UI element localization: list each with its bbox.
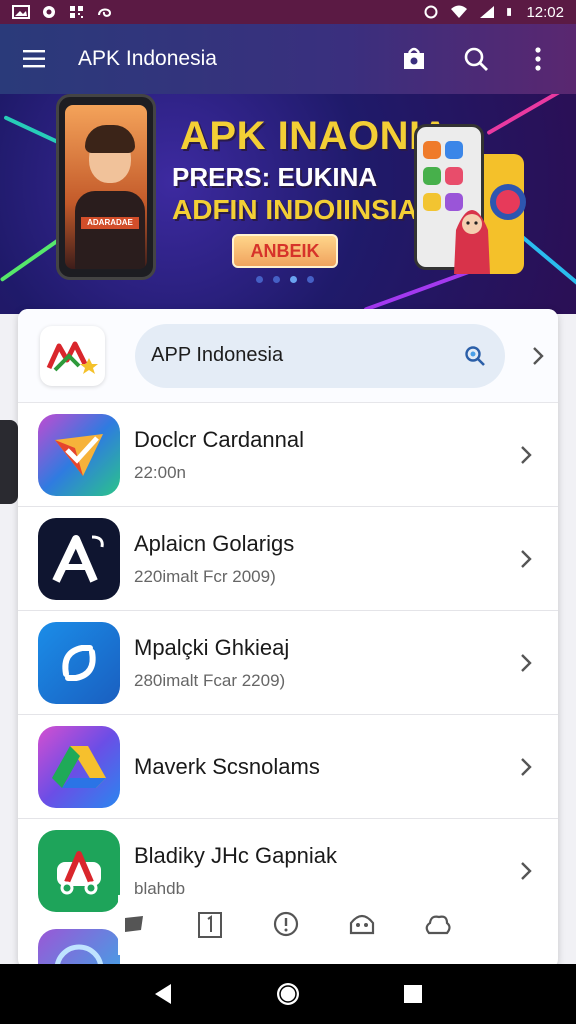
chevron-right-icon bbox=[521, 550, 532, 568]
app-name: Mpalçki Ghkieaj bbox=[134, 634, 290, 660]
app-name: Aplaicn Golarigs bbox=[134, 530, 295, 556]
banner-tagline: ADFIN INDOIINSIA bbox=[172, 194, 418, 225]
carousel-dot-active[interactable] bbox=[290, 276, 297, 283]
carousel-indicator[interactable] bbox=[256, 276, 314, 283]
search-icon bbox=[464, 47, 488, 71]
home-button[interactable] bbox=[264, 970, 312, 1018]
recents-button[interactable] bbox=[389, 970, 437, 1018]
apk-indonesia-logo[interactable] bbox=[40, 325, 106, 386]
search-row-chevron[interactable] bbox=[519, 336, 558, 376]
promo-banner[interactable]: ADARADAE APK INAONIA PRERS: EUKINA ADFIN… bbox=[0, 94, 576, 314]
hamburger-icon bbox=[23, 50, 45, 68]
list-item[interactable]: Aplaicn Golarigs 220imalt Fcr 2009) bbox=[18, 507, 558, 611]
app-name: Maverk Scsnolams bbox=[134, 753, 320, 779]
logo-mountain-icon bbox=[46, 341, 98, 374]
floating-toolbar bbox=[118, 895, 558, 955]
alert-button[interactable] bbox=[270, 909, 302, 941]
sync-arrows-icon bbox=[38, 621, 120, 704]
swirl-notification-icon bbox=[98, 8, 112, 17]
item-chevron[interactable] bbox=[506, 539, 546, 579]
chevron-right-icon bbox=[521, 446, 532, 464]
banner-subline: PRERS: EUKINA bbox=[172, 162, 378, 192]
menu-button[interactable] bbox=[0, 24, 70, 94]
bot-face-icon bbox=[349, 914, 375, 935]
search-row bbox=[18, 309, 558, 403]
store-button[interactable] bbox=[386, 31, 442, 87]
background-peek bbox=[0, 420, 18, 504]
chat-notification-icon bbox=[43, 6, 55, 18]
note-icon bbox=[125, 916, 143, 932]
list-item[interactable]: Mpalçki Ghkieaj 280imalt Fcar 2209) bbox=[18, 611, 558, 715]
chevron-right-icon bbox=[521, 654, 532, 672]
search-input[interactable] bbox=[151, 344, 455, 367]
app-list-card: Doclcr Cardannal 22:00n Aplaicn Golarigs… bbox=[18, 309, 558, 969]
cloud-button[interactable] bbox=[422, 909, 454, 941]
alarm-icon bbox=[424, 5, 438, 19]
bot-button[interactable] bbox=[346, 909, 378, 941]
cloud-puzzle-icon bbox=[425, 915, 451, 935]
search-submit-button[interactable] bbox=[455, 336, 495, 376]
alert-circle-icon bbox=[273, 911, 299, 937]
item-chevron[interactable] bbox=[506, 747, 546, 787]
shirt-text: ADARADAE bbox=[81, 217, 139, 229]
system-nav-bar bbox=[0, 964, 576, 1024]
app-meta: 220imalt Fcr 2009) bbox=[134, 566, 276, 586]
envelope-check-icon bbox=[38, 413, 120, 496]
battery-icon bbox=[507, 8, 512, 16]
list-item[interactable]: Doclcr Cardannal 22:00n bbox=[18, 403, 558, 507]
chevron-right-icon bbox=[533, 346, 544, 365]
search-button[interactable] bbox=[448, 31, 504, 87]
character-shirt bbox=[75, 191, 145, 269]
letter-a-icon bbox=[38, 517, 120, 600]
banner-phone-left: ADARADAE bbox=[56, 94, 156, 280]
chevron-right-icon bbox=[521, 862, 532, 880]
app-title: APK Indonesia bbox=[78, 47, 217, 70]
item-chevron[interactable] bbox=[506, 643, 546, 683]
search-icon bbox=[464, 345, 485, 366]
app-meta: 22:00n bbox=[134, 462, 186, 482]
carousel-dot[interactable] bbox=[273, 276, 280, 283]
carousel-dot[interactable] bbox=[307, 276, 314, 283]
carousel-dot[interactable] bbox=[256, 276, 263, 283]
home-circle-icon bbox=[276, 983, 299, 1005]
app-list: Doclcr Cardannal 22:00n Aplaicn Golarigs… bbox=[18, 403, 558, 923]
app-name: Doclcr Cardannal bbox=[134, 426, 304, 452]
back-button[interactable] bbox=[139, 970, 187, 1018]
partial-app-icon bbox=[38, 929, 120, 969]
app-meta: 280imalt Fcar 2209) bbox=[134, 670, 286, 690]
signal-icon bbox=[480, 6, 495, 18]
image-notification-icon bbox=[12, 5, 30, 19]
more-options-button[interactable] bbox=[510, 31, 566, 87]
banner-decoration bbox=[486, 94, 576, 136]
chevron-right-icon bbox=[521, 758, 532, 776]
drive-triangle-icon bbox=[38, 725, 120, 808]
wifi-icon bbox=[451, 5, 468, 18]
banner-character-girl bbox=[454, 210, 490, 274]
app-name: Bladiky JHc Gapniak bbox=[134, 843, 337, 868]
shop-bag-icon bbox=[404, 47, 424, 69]
item-chevron[interactable] bbox=[506, 435, 546, 475]
car-a-icon bbox=[38, 830, 120, 912]
recents-square-icon bbox=[404, 985, 423, 1003]
character-hair bbox=[85, 125, 135, 153]
number-button[interactable] bbox=[194, 909, 226, 941]
search-bar[interactable] bbox=[135, 323, 505, 388]
app-bar: APK Indonesia bbox=[0, 24, 576, 94]
more-vert-icon bbox=[535, 47, 541, 71]
banner-headline: APK INAONIA bbox=[180, 114, 450, 158]
status-bar: 12:02 bbox=[0, 0, 576, 24]
item-chevron[interactable] bbox=[506, 851, 546, 891]
back-triangle-icon bbox=[154, 984, 171, 1004]
list-item[interactable]: Maverk Scsnolams bbox=[18, 715, 558, 819]
banner-cta-button[interactable]: ANBEIK bbox=[232, 234, 338, 268]
number-one-icon bbox=[198, 912, 222, 938]
qr-notification-icon bbox=[70, 6, 83, 18]
note-button[interactable] bbox=[118, 909, 150, 941]
status-time: 12:02 bbox=[526, 3, 564, 21]
